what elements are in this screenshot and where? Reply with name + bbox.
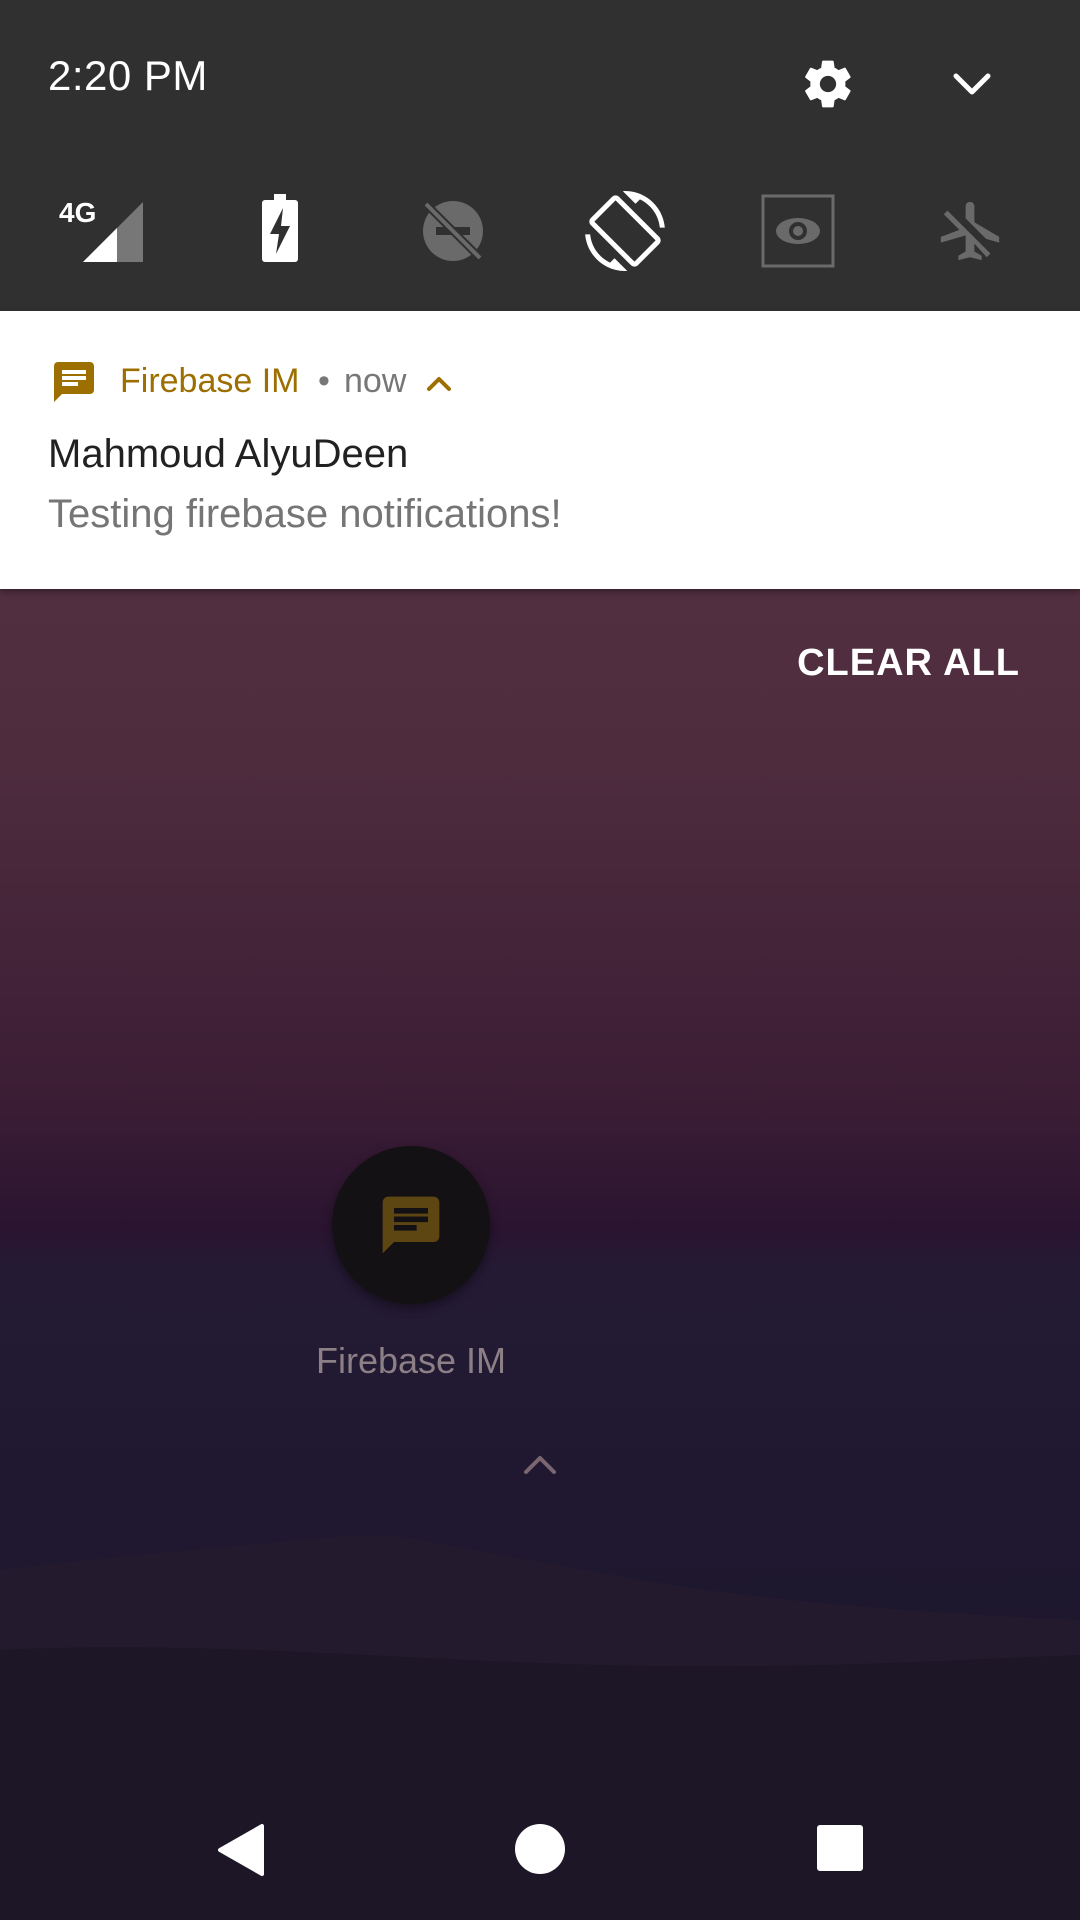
battery-saver-icon[interactable]: [235, 186, 325, 276]
do-not-disturb-off-icon[interactable]: [408, 186, 498, 276]
notification-text: Testing firebase notifications!: [48, 492, 562, 536]
cellular-4g-icon[interactable]: 4G: [55, 186, 145, 276]
back-icon[interactable]: [214, 1822, 266, 1878]
notification-separator: •: [318, 362, 330, 400]
chat-icon: [50, 358, 98, 406]
chat-icon: [382, 1196, 440, 1254]
app-label: Firebase IM: [315, 1340, 507, 1381]
collapse-chevron-up-icon[interactable]: [424, 372, 454, 394]
quick-settings-panel: 2:20 PM 4G: [0, 0, 1080, 311]
home-icon[interactable]: [515, 1824, 565, 1874]
cellular-network-label: 4G: [59, 197, 96, 228]
expand-chevron-down-icon[interactable]: [948, 64, 996, 104]
cast-screen-icon[interactable]: [753, 186, 843, 276]
auto-rotate-icon[interactable]: [580, 186, 670, 276]
notification-title: Mahmoud AlyuDeen: [48, 432, 409, 476]
app-icon-firebase-im[interactable]: [332, 1146, 490, 1304]
airplane-mode-off-icon[interactable]: [925, 186, 1015, 276]
notification-app-name: Firebase IM: [120, 362, 300, 400]
clock: 2:20 PM: [48, 52, 208, 99]
clear-all-button[interactable]: CLEAR ALL: [797, 642, 1020, 685]
recents-icon[interactable]: [817, 1825, 863, 1871]
app-drawer-chevron-up-icon[interactable]: [520, 1450, 560, 1478]
settings-gear-icon[interactable]: [800, 56, 856, 112]
notification-time: now: [344, 362, 407, 400]
